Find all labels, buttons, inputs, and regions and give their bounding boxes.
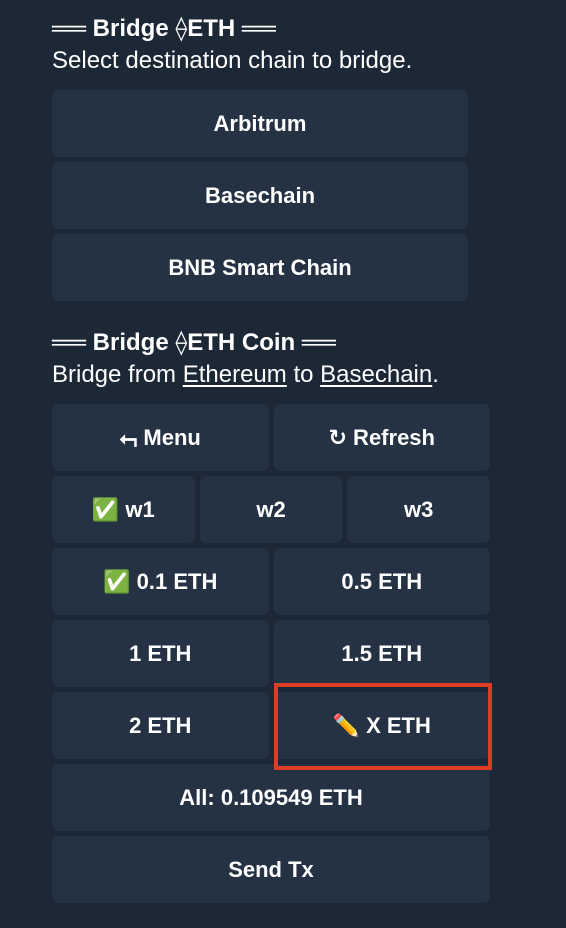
all-balance-button[interactable]: All: 0.109549 ETH xyxy=(52,764,490,831)
refresh-button[interactable]: ↻ Refresh xyxy=(273,404,490,471)
to-chain-link[interactable]: Basechain xyxy=(320,361,432,388)
bridge-coin-message: ══ Bridge ⟠ETH Coin ══ Bridge from Ether… xyxy=(52,328,439,390)
bridge-chain-message: ══ Bridge ⟠ETH ══ Select destination cha… xyxy=(52,14,412,76)
wallet-button-w3[interactable]: w3 xyxy=(347,476,491,543)
subtitle-suffix: . xyxy=(432,361,439,388)
message-heading: ══ Bridge ⟠ETH Coin ══ xyxy=(52,329,336,356)
subtitle-middle: to xyxy=(286,361,321,388)
amount-button-0-1-eth[interactable]: ✅ 0.1 ETH xyxy=(52,548,269,615)
amount-button-0-5-eth[interactable]: 0.5 ETH xyxy=(273,548,490,615)
wallet-button-w2[interactable]: w2 xyxy=(199,476,343,543)
send-tx-button[interactable]: Send Tx xyxy=(52,836,490,903)
amount-button-custom-eth[interactable]: ✏️ X ETH xyxy=(273,692,490,759)
message-subtitle: Bridge from Ethereum to Basechain. xyxy=(52,360,439,390)
amount-button-1-eth[interactable]: 1 ETH xyxy=(52,620,269,687)
chain-keyboard: Arbitrum Basechain BNB Smart Chain xyxy=(52,90,468,306)
menu-button[interactable]: ⮢ Menu xyxy=(52,404,269,471)
wallet-button-w1[interactable]: ✅ w1 xyxy=(52,476,195,543)
chain-button-bnb-smart-chain[interactable]: BNB Smart Chain xyxy=(52,234,468,301)
subtitle-prefix: Bridge from xyxy=(52,361,183,388)
message-heading: ══ Bridge ⟠ETH ══ xyxy=(52,15,276,42)
bridge-keyboard: ⮢ Menu ↻ Refresh ✅ w1 w2 w3 ✅ 0.1 ETH 0.… xyxy=(52,404,491,908)
message-subtitle: Select destination chain to bridge. xyxy=(52,47,413,74)
from-chain-link[interactable]: Ethereum xyxy=(183,361,287,388)
chain-button-basechain[interactable]: Basechain xyxy=(52,162,468,229)
amount-button-2-eth[interactable]: 2 ETH xyxy=(52,692,269,759)
amount-button-1-5-eth[interactable]: 1.5 ETH xyxy=(273,620,490,687)
chain-button-arbitrum[interactable]: Arbitrum xyxy=(52,90,468,157)
